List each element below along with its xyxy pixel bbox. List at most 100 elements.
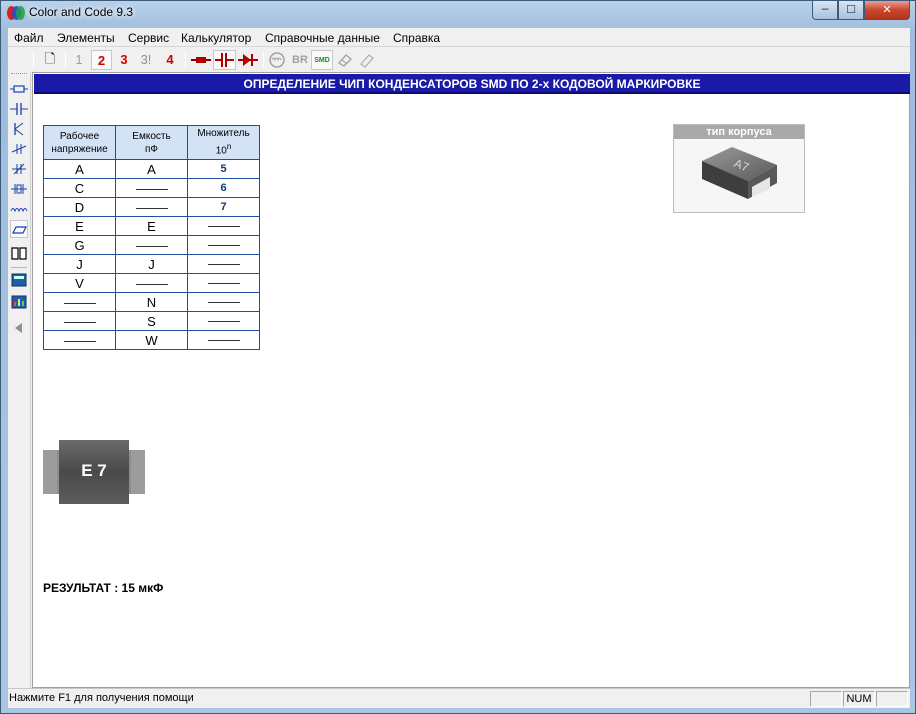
menu-reference-data[interactable]: Справочные данные	[265, 31, 380, 45]
cell-voltage	[43, 292, 116, 312]
transistor-icon[interactable]	[10, 120, 28, 138]
smd-button[interactable]: SMD	[311, 50, 333, 70]
empty-dash	[207, 263, 240, 265]
header-capacity: Емкость пФ	[115, 125, 188, 160]
chart-icon[interactable]	[10, 294, 28, 312]
minimize-button[interactable]: ─	[812, 1, 838, 20]
cell-multiplier: 7	[187, 197, 260, 217]
empty-dash	[63, 302, 96, 304]
new-document-button[interactable]: 🗋	[40, 50, 60, 70]
status-bar: Нажмите F1 для получения помощи NUM	[8, 688, 910, 708]
resistor-icon[interactable]	[10, 80, 28, 98]
toolbar: 🗋 1 2 3 3! 4 BR SMD	[8, 48, 910, 72]
code-table-body: AA5C6D7EEGJJVNSW	[43, 159, 260, 350]
table-row: C6	[43, 178, 260, 198]
eraser-icon[interactable]	[335, 50, 355, 70]
table-row: AA5	[43, 159, 260, 179]
cell-capacity: S	[115, 311, 188, 331]
band-1-button[interactable]: 1	[70, 50, 88, 70]
table-row: V	[43, 273, 260, 293]
header-capacity-line1: Емкость	[132, 130, 171, 142]
smd-package-image: A7	[702, 147, 777, 199]
title-bar[interactable]: Color and Code 9.3 ─ ☐ ✕	[1, 1, 915, 27]
inductor-icon[interactable]	[10, 200, 28, 218]
varicap-icon[interactable]	[10, 160, 28, 178]
toolbar-separator	[185, 51, 186, 69]
calculator-icon[interactable]	[10, 272, 28, 290]
page-title: ОПРЕДЕЛЕНИЕ ЧИП КОНДЕНСАТОРОВ SMD ПО 2-х…	[34, 74, 910, 94]
cell-voltage: C	[43, 178, 116, 198]
header-multiplier: Множитель 10n	[187, 125, 260, 160]
menu-file[interactable]: Файл	[14, 31, 44, 45]
cell-voltage: G	[43, 235, 116, 255]
diode-icon[interactable]	[10, 140, 28, 158]
cell-capacity	[115, 235, 188, 255]
band-4-button[interactable]: 4	[161, 50, 179, 70]
table-row: W	[43, 330, 260, 350]
cell-voltage	[43, 330, 116, 350]
header-multiplier-base: 10	[215, 145, 227, 157]
cell-capacity: W	[115, 330, 188, 350]
content-pane: ОПРЕДЕЛЕНИЕ ЧИП КОНДЕНСАТОРОВ SMD ПО 2-х…	[32, 72, 910, 688]
toolbar-separator	[263, 51, 264, 69]
smd-chip-icon[interactable]	[10, 220, 28, 238]
cell-multiplier	[187, 292, 260, 312]
close-button[interactable]: ✕	[864, 1, 910, 20]
app-logo-icon	[7, 5, 25, 21]
maximize-button[interactable]: ☐	[838, 1, 864, 20]
code-table: Рабочее напряжение Емкость пФ Множитель …	[43, 125, 260, 350]
cell-multiplier	[187, 216, 260, 236]
diode-icon[interactable]	[237, 50, 259, 70]
menu-calculator[interactable]: Калькулятор	[181, 31, 251, 45]
cell-voltage	[43, 311, 116, 331]
header-voltage-line2: напряжение	[51, 143, 108, 155]
package-type-title: тип корпуса	[674, 125, 804, 139]
table-row: JJ	[43, 254, 260, 274]
cell-multiplier	[187, 273, 260, 293]
empty-dash	[207, 339, 240, 341]
toolbar-grip	[11, 73, 27, 74]
empty-dash	[135, 207, 168, 209]
cell-capacity	[115, 273, 188, 293]
app-window: Color and Code 9.3 ─ ☐ ✕ Файл Элементы С…	[0, 0, 916, 714]
back-arrow-icon[interactable]	[10, 320, 28, 338]
toolbar-separator	[33, 51, 34, 69]
clear-icon[interactable]	[357, 50, 377, 70]
header-voltage-line1: Рабочее	[59, 130, 100, 142]
resistor-icon[interactable]	[190, 50, 212, 70]
header-voltage: Рабочее напряжение	[43, 125, 116, 160]
package-type-box: тип корпуса A7	[673, 124, 805, 213]
window-title: Color and Code 9.3	[29, 5, 134, 19]
status-pane-scroll	[876, 691, 908, 707]
crystal-icon[interactable]	[10, 180, 28, 198]
capacitor-icon[interactable]	[10, 100, 28, 118]
empty-dash	[63, 321, 96, 323]
chip-image: E 7	[43, 440, 145, 504]
br-button[interactable]: BR	[289, 50, 311, 70]
table-row: G	[43, 235, 260, 255]
empty-dash	[135, 188, 168, 190]
cell-capacity	[115, 178, 188, 198]
band-2-button[interactable]: 2	[91, 50, 112, 70]
header-multiplier-exp: n	[226, 142, 232, 152]
cell-voltage: D	[43, 197, 116, 217]
menu-help[interactable]: Справка	[393, 31, 440, 45]
reference-book-icon[interactable]	[10, 244, 28, 262]
cell-multiplier	[187, 235, 260, 255]
chip-marking: E 7	[81, 461, 107, 480]
cell-multiplier	[187, 311, 260, 331]
cell-capacity: N	[115, 292, 188, 312]
menu-service[interactable]: Сервис	[128, 31, 169, 45]
inductor-icon[interactable]	[266, 50, 288, 70]
menu-elements[interactable]: Элементы	[57, 31, 115, 45]
left-toolbar	[8, 72, 31, 688]
band-3-excl-button[interactable]: 3!	[136, 50, 156, 70]
band-3-button[interactable]: 3	[115, 50, 133, 70]
cell-voltage: J	[43, 254, 116, 274]
cell-voltage: A	[43, 159, 116, 179]
empty-dash	[135, 283, 168, 285]
capacitor-icon[interactable]	[213, 50, 236, 70]
cell-multiplier: 5	[187, 159, 260, 179]
status-pane-caps	[810, 691, 842, 707]
toolbar-separator	[65, 51, 66, 69]
